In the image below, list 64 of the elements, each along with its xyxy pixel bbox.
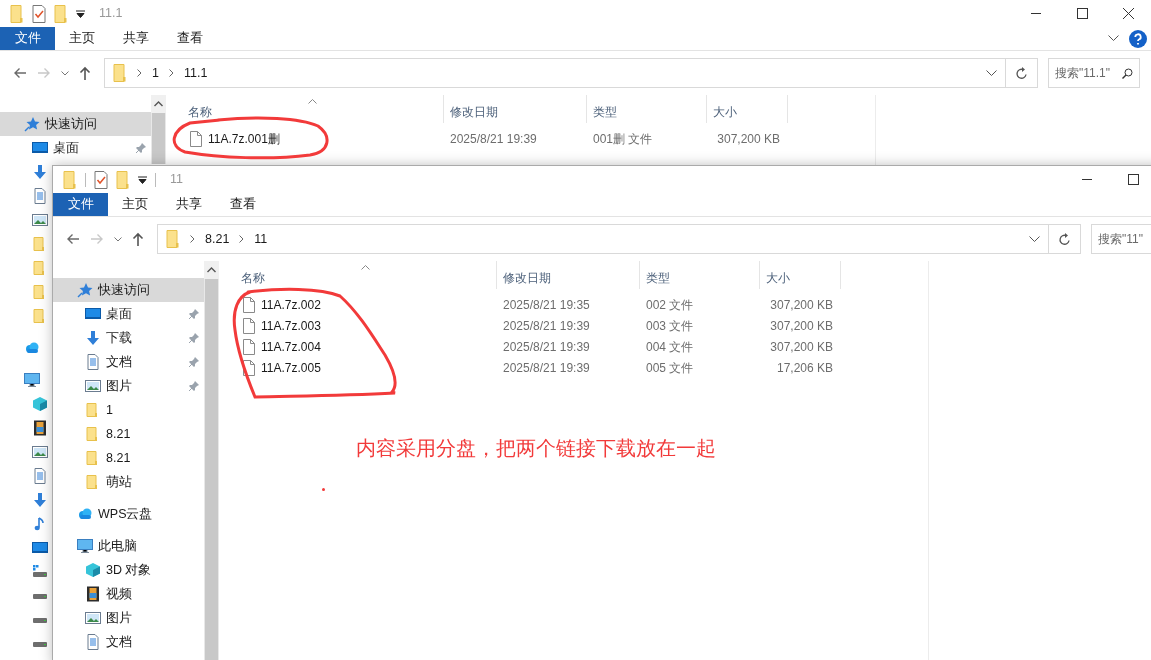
column-header[interactable]: 大小 [759, 261, 841, 289]
ribbon-tab[interactable]: 查看 [163, 27, 217, 50]
search-field[interactable]: 搜索"11" [1091, 224, 1151, 254]
address-bar[interactable]: 8.21 11 [157, 224, 1049, 254]
ribbon-tab[interactable]: 主页 [55, 27, 109, 50]
window-title: 11 [170, 171, 183, 189]
modified-date: 2025/8/21 19:39 [449, 130, 538, 148]
sidebar-item[interactable]: 视频 [53, 582, 204, 606]
annotation-text: 内容采用分盘，把两个链接下载放在一起 [356, 436, 716, 461]
sidebar-item[interactable]: 萌站 [53, 470, 204, 494]
sidebar-item[interactable]: 8.21 [53, 446, 204, 470]
column-header[interactable]: 类型 [586, 95, 706, 123]
sidebar-item[interactable]: 图片 [53, 374, 204, 398]
sidebar-item[interactable]: 1 [53, 398, 204, 422]
modified-date: 2025/8/21 19:39 [502, 317, 591, 335]
file-type: 005 文件 [645, 359, 695, 377]
file-name[interactable]: 11A.7z.001删 [208, 129, 280, 148]
breadcrumb-item[interactable]: 1 [152, 63, 159, 83]
file-size: 17,206 KB [775, 359, 834, 377]
file-type: 004 文件 [645, 338, 695, 356]
sidebar-item[interactable]: 文档 [53, 350, 204, 374]
column-header[interactable]: 修改日期 [496, 261, 639, 289]
modified-date: 2025/8/21 19:39 [502, 359, 591, 377]
sidebar-item[interactable]: 文档 [53, 630, 204, 654]
sidebar-item[interactable]: WPS云盘 [53, 502, 204, 526]
file-name[interactable]: 11A.7z.005 [261, 358, 321, 377]
file-size: 307,200 KB [769, 317, 834, 335]
sidebar-item[interactable]: 3D 对象 [53, 558, 204, 582]
breadcrumb-item[interactable]: 11 [254, 229, 268, 249]
sidebar-item[interactable]: 图片 [53, 606, 204, 630]
sidebar-item[interactable]: 快速访问 [53, 278, 204, 302]
ribbon-tab[interactable]: 主页 [108, 193, 162, 216]
column-header[interactable]: 大小 [706, 95, 788, 123]
column-header[interactable]: 类型 [639, 261, 759, 289]
column-header[interactable]: 名称 [166, 95, 443, 123]
column-header[interactable]: 名称 [219, 261, 496, 289]
file-size: 307,200 KB [769, 338, 834, 356]
file-type: 001删 文件 [592, 130, 654, 148]
modified-date: 2025/8/21 19:35 [502, 296, 591, 314]
file-size: 307,200 KB [769, 296, 834, 314]
ribbon-tab[interactable]: 查看 [216, 193, 270, 216]
file-type: 003 文件 [645, 317, 695, 335]
column-header[interactable]: 修改日期 [443, 95, 586, 123]
sidebar-item[interactable]: 此电脑 [53, 534, 204, 558]
file-size: 307,200 KB [716, 130, 781, 148]
ribbon-tab[interactable]: 共享 [109, 27, 163, 50]
sidebar-item[interactable]: 快速访问 [0, 112, 151, 136]
sidebar-item[interactable]: 桌面 [53, 302, 204, 326]
search-field[interactable]: 搜索"11.1" [1048, 58, 1140, 88]
file-name[interactable]: 11A.7z.004 [261, 337, 321, 356]
file-menu-button[interactable]: 文件 [53, 193, 108, 216]
ribbon-tab[interactable]: 共享 [162, 193, 216, 216]
sidebar-item[interactable]: 8.21 [53, 422, 204, 446]
modified-date: 2025/8/21 19:39 [502, 338, 591, 356]
file-name[interactable]: 11A.7z.002 [261, 295, 321, 314]
file-type: 002 文件 [645, 296, 695, 314]
window-title: 11.1 [99, 5, 123, 23]
sidebar-item[interactable]: 下载 [53, 326, 204, 350]
breadcrumb-item[interactable]: 8.21 [205, 229, 230, 249]
file-menu-button[interactable]: 文件 [0, 27, 55, 50]
file-name[interactable]: 11A.7z.003 [261, 316, 321, 335]
sidebar-item[interactable]: 桌面 [0, 136, 151, 160]
address-bar[interactable]: 1 11.1 [104, 58, 1006, 88]
breadcrumb-item[interactable]: 11.1 [183, 63, 208, 83]
